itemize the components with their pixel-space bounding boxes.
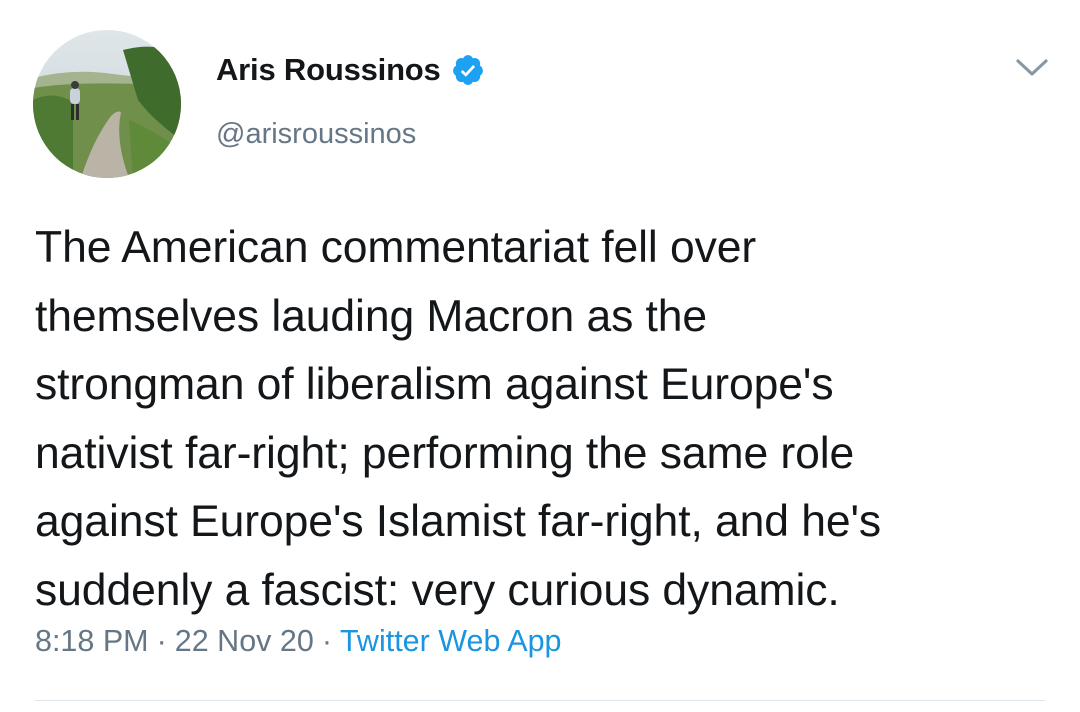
tweet-source-link[interactable]: Twitter Web App: [340, 624, 562, 658]
author-display-name[interactable]: Aris Roussinos: [216, 52, 441, 88]
tweet-text-line: themselves lauding Macron as the: [35, 291, 708, 341]
tweet-time[interactable]: 8:18 PM: [35, 624, 149, 658]
tweet-text-line: nativist far-right; performing the same …: [35, 428, 855, 478]
tweet-menu-button[interactable]: [1010, 50, 1054, 86]
divider: [35, 700, 1045, 701]
chevron-down-icon: [1016, 59, 1048, 76]
tweet-meta: 8:18 PM · 22 Nov 20 · Twitter Web App: [35, 624, 562, 659]
author-avatar[interactable]: [33, 30, 181, 178]
author-handle[interactable]: @arisroussinos: [216, 118, 416, 151]
tweet-text: The American commentariat fell over them…: [35, 214, 1045, 625]
verified-badge-icon: [452, 55, 483, 85]
tweet-text-line: against Europe's Islamist far-right, and…: [35, 497, 882, 546]
tweet-text-line: suddenly a fascist: very curious dynamic…: [35, 565, 840, 615]
tweet-text-line: strongman of liberalism against Europe's: [35, 360, 834, 409]
avatar-photo: [33, 30, 181, 178]
tweet-date[interactable]: 22 Nov 20: [175, 624, 314, 658]
tweet-card: Aris Roussinos @arisroussinos The Americ…: [0, 0, 1080, 712]
meta-separator: ·: [156, 624, 167, 658]
author-name-row[interactable]: Aris Roussinos: [216, 52, 485, 88]
meta-separator: ·: [321, 624, 332, 658]
tweet-text-line: The American commentariat fell over: [35, 223, 757, 272]
